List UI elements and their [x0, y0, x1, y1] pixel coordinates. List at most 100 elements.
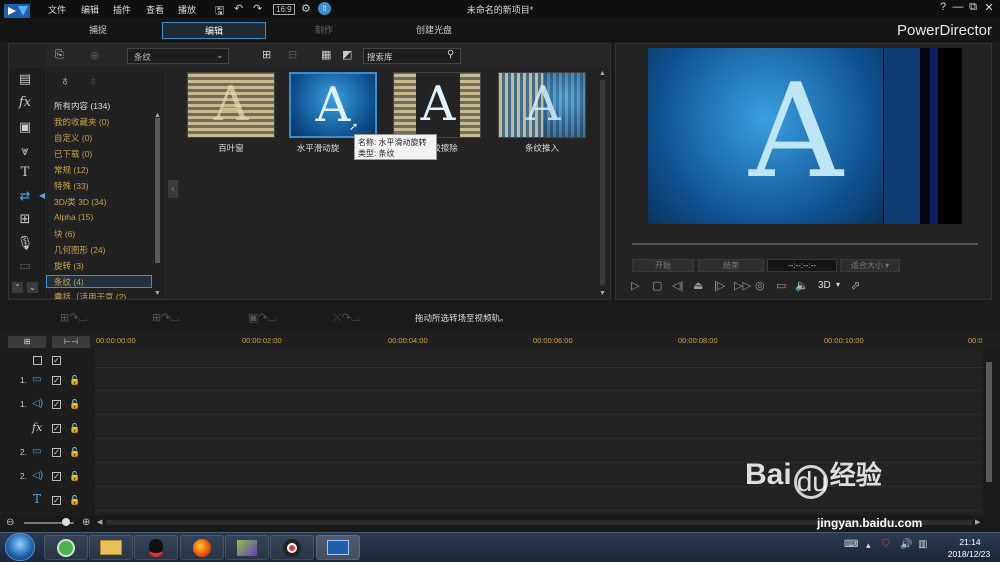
next-frame-icon[interactable]: |▷ [714, 279, 725, 292]
taskbar-app-360[interactable] [44, 535, 88, 560]
show-hidden-icons[interactable]: ▴ [866, 540, 871, 551]
category-item[interactable]: 已下载 (0) [54, 148, 92, 160]
storyboard-view-button[interactable]: ⊢⊣ [52, 336, 90, 348]
keyboard-icon[interactable]: ⌨ [844, 539, 858, 550]
scroll-right-icon[interactable]: ▶ [975, 518, 980, 526]
tab-create-disc[interactable]: 创建光盘 [392, 22, 476, 39]
track-enable-checkbox[interactable]: ✓ [52, 472, 61, 481]
category-dropdown[interactable]: 条纹 ⌄ [127, 48, 229, 64]
lock-icon[interactable]: 🔓 [69, 399, 80, 410]
transition-thumbnail[interactable]: A [393, 72, 481, 138]
media-room-icon[interactable]: ▤ [12, 70, 38, 88]
tab-produce[interactable]: 制作 [284, 22, 364, 39]
previous-frame-icon[interactable]: ◁| [672, 279, 683, 292]
thumbnail-scrollbar[interactable] [600, 80, 605, 285]
zoom-dropdown[interactable]: 适合大小 ▾ [840, 259, 900, 272]
close-button[interactable]: ✕ [982, 1, 996, 14]
undock-icon[interactable]: ⬀ [851, 279, 860, 292]
track-enable-checkbox[interactable]: ✓ [52, 376, 61, 385]
search-input[interactable]: 搜索库 [367, 51, 393, 63]
clock-time[interactable]: 21:14 [946, 537, 994, 547]
scroll-up-icon[interactable]: ⌃ [12, 282, 23, 293]
taskbar-app-qq[interactable] [134, 535, 178, 560]
add-icon[interactable]: ⊞ [262, 48, 271, 61]
add-favorite-icon[interactable]: ♁ [60, 72, 71, 88]
category-item[interactable]: 自定义 (0) [54, 132, 92, 144]
select-all-checkbox[interactable] [33, 356, 42, 365]
lock-icon[interactable]: 🔓 [69, 375, 80, 386]
search-box[interactable]: 搜索库 ⚲ [363, 48, 461, 64]
tab-capture[interactable]: 捕捉 [58, 22, 138, 39]
lock-icon[interactable]: 🔓 [69, 423, 80, 434]
start-button[interactable] [5, 533, 35, 561]
taskbar-app-recorder[interactable] [270, 535, 314, 560]
lock-icon[interactable]: 🔓 [69, 447, 80, 458]
resize-icon[interactable]: ◩ [342, 48, 352, 61]
collapse-panel-icon[interactable]: ‹ [168, 180, 178, 198]
scroll-up-arrow-icon[interactable]: ▲ [599, 70, 606, 77]
globe-icon[interactable]: ⊕ [90, 49, 99, 62]
track-row[interactable] [95, 369, 983, 391]
zoom-slider-handle[interactable] [62, 518, 70, 526]
transition-thumbnail[interactable]: A [498, 72, 586, 138]
category-item[interactable]: 几何图形 (24) [54, 244, 105, 256]
enable-all-checkbox[interactable]: ✓ [52, 356, 61, 365]
help-button[interactable]: ? [936, 1, 950, 13]
track-enable-checkbox[interactable]: ✓ [52, 448, 61, 457]
chapter-room-icon[interactable]: ▭ [12, 257, 38, 275]
mark-in-button[interactable]: 开始 [632, 259, 694, 272]
fx-room-icon[interactable]: fx [12, 94, 38, 112]
track-row[interactable] [95, 417, 983, 439]
track-row[interactable] [95, 350, 983, 368]
restore-button[interactable]: ⧉ [966, 1, 980, 14]
track-row[interactable] [95, 393, 983, 415]
lock-icon[interactable]: 🔓 [69, 495, 80, 506]
crossfade-icon[interactable]: ⤫↷⌴ [333, 311, 360, 325]
grid-view-icon[interactable]: ▦ [321, 48, 331, 61]
pip-room-icon[interactable]: ▣ [12, 118, 38, 136]
scroll-down-arrow-icon[interactable]: ▼ [154, 290, 161, 297]
stop-icon[interactable]: ▢ [652, 279, 662, 292]
import-icon[interactable]: ⎘ [55, 49, 64, 62]
fast-forward-icon[interactable]: ▷▷ [734, 279, 751, 292]
security-icon[interactable]: ⛉ [882, 539, 890, 550]
taskbar-app-firefox[interactable] [180, 535, 224, 560]
scroll-down-arrow-icon[interactable]: ▼ [599, 290, 606, 297]
title-room-icon[interactable]: T [12, 164, 38, 182]
transition-thumbnail[interactable]: A [187, 72, 275, 138]
track-scrollbar[interactable] [986, 362, 992, 482]
volume-icon[interactable]: 🔈 [795, 279, 809, 292]
3d-mode-button[interactable]: 3D [818, 280, 831, 291]
timeline-view-button[interactable]: ⊞ [8, 336, 46, 348]
category-item[interactable]: 常规 (12) [54, 164, 88, 176]
category-item[interactable]: 3D/类 3D (34) [54, 196, 106, 208]
voice-over-icon[interactable]: 🎙 [12, 234, 38, 252]
snapshot-icon[interactable]: ◎ [755, 279, 765, 292]
track-enable-checkbox[interactable]: ✓ [52, 496, 61, 505]
taskbar-app-powerdirector[interactable] [316, 535, 360, 560]
zoom-out-icon[interactable]: ⊖ [6, 517, 14, 528]
scroll-left-icon[interactable]: ◀ [97, 518, 102, 526]
category-item[interactable]: 特殊 (33) [54, 180, 88, 192]
taskbar-app-media[interactable] [225, 535, 269, 560]
track-enable-checkbox[interactable]: ✓ [52, 400, 61, 409]
timecode-display[interactable]: --:--:--:-- [767, 259, 837, 272]
add-to-track-icon[interactable]: ⊞↷⌴ [60, 311, 87, 325]
category-item[interactable]: 旋转 (3) [54, 260, 84, 272]
tab-edit[interactable]: 编辑 [162, 22, 266, 39]
play-icon[interactable]: ▷ [631, 279, 639, 292]
chevron-down-icon[interactable]: ▾ [836, 280, 840, 289]
insert-icon[interactable]: ⊞↷⌴ [152, 311, 179, 325]
overwrite-icon[interactable]: ▣↷⌴ [248, 311, 276, 325]
network-icon[interactable]: ▥ [918, 539, 927, 550]
taskbar-app-explorer[interactable] [89, 535, 133, 560]
minimize-button[interactable]: — [951, 1, 965, 13]
remove-icon[interactable]: ⊟ [288, 48, 297, 61]
audio-mixing-room-icon[interactable]: ⊞ [12, 210, 38, 228]
category-item[interactable]: 块 (6) [54, 228, 75, 240]
track-enable-checkbox[interactable]: ✓ [52, 424, 61, 433]
scroll-down-icon[interactable]: ⌄ [27, 282, 38, 293]
volume-tray-icon[interactable]: 🔊 [900, 539, 912, 550]
transition-thumbnail-selected[interactable]: A [289, 72, 377, 138]
transition-room-icon[interactable]: ⇄ [12, 187, 38, 205]
